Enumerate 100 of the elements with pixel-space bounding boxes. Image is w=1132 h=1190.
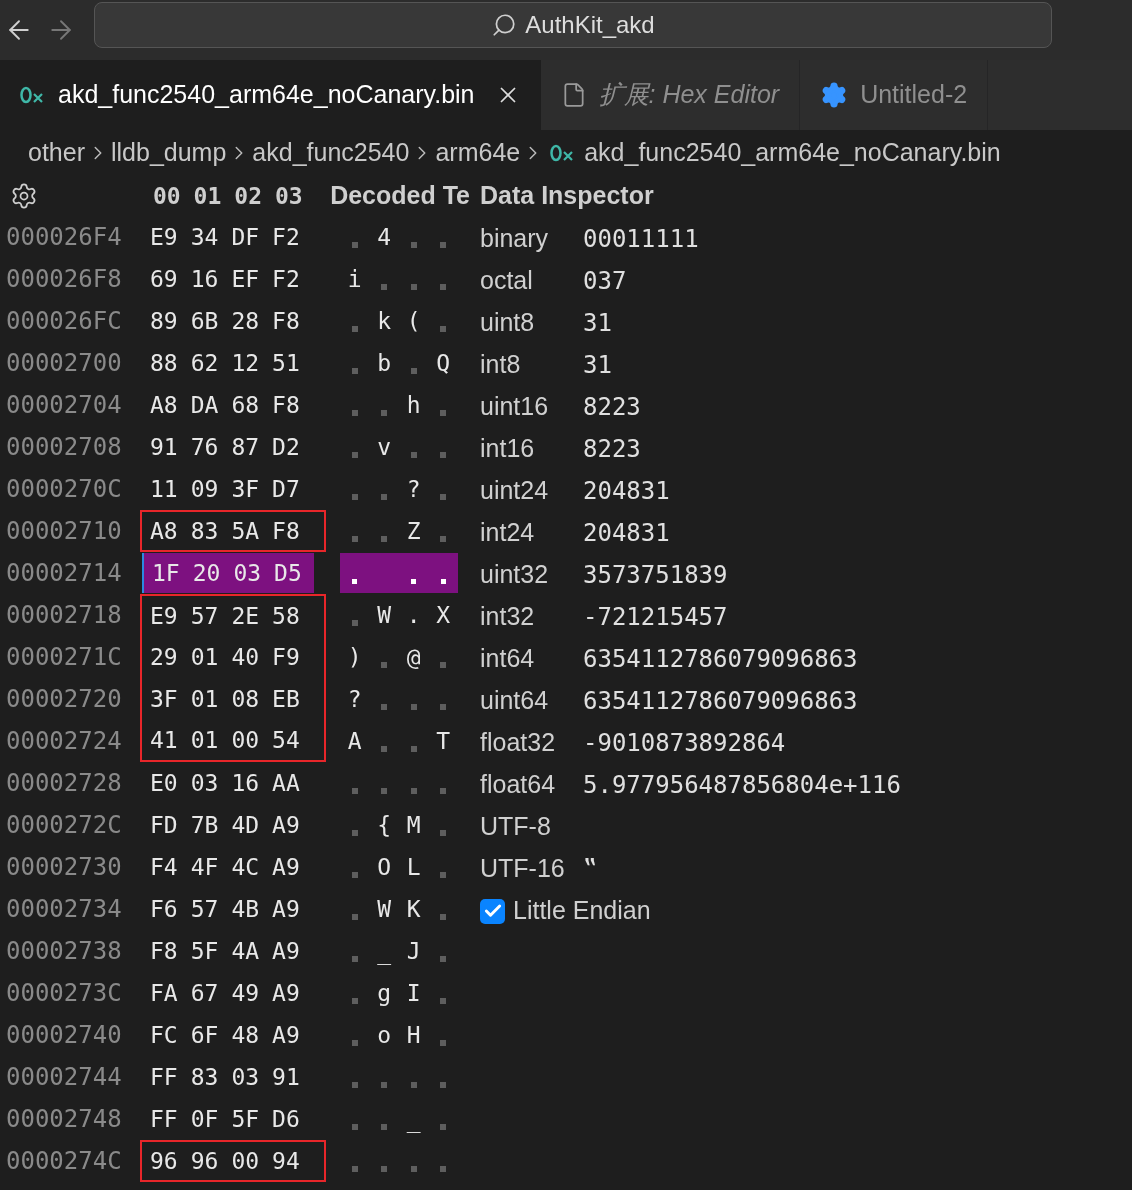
hex-byte[interactable]: F6 (150, 891, 178, 927)
hex-byte[interactable]: 34 (190, 219, 219, 255)
hex-byte[interactable]: FF (150, 1101, 178, 1137)
hex-byte[interactable]: 96 (190, 1143, 219, 1179)
breadcrumb-item[interactable]: lldb_dump (111, 134, 227, 172)
decoded-char[interactable]: ( (404, 303, 423, 339)
hex-byte[interactable]: DA (190, 387, 219, 423)
hex-byte[interactable]: 12 (231, 345, 260, 381)
hex-byte[interactable]: 09 (190, 471, 219, 507)
hex-byte[interactable]: 03 (233, 555, 262, 591)
hex-byte[interactable]: 67 (190, 975, 219, 1011)
hex-byte[interactable]: 94 (272, 1143, 300, 1179)
hex-byte[interactable]: 62 (190, 345, 219, 381)
hex-byte[interactable]: A9 (272, 807, 300, 843)
hex-byte[interactable]: D2 (272, 429, 300, 465)
hex-byte[interactable]: 91 (272, 1059, 300, 1095)
hex-byte[interactable]: FA (150, 975, 178, 1011)
decoded-char[interactable]: _ (404, 1101, 423, 1137)
hex-byte[interactable]: 01 (190, 681, 219, 717)
hex-byte[interactable]: 96 (150, 1143, 178, 1179)
hex-byte[interactable]: 4B (231, 891, 260, 927)
hex-byte[interactable]: 6F (190, 1017, 219, 1053)
hex-byte[interactable]: A9 (272, 891, 300, 927)
decoded-char[interactable]: i (345, 261, 364, 297)
hex-byte[interactable]: A8 (150, 387, 178, 423)
decoded-char[interactable]: ? (345, 681, 364, 717)
hex-byte[interactable]: FF (150, 1059, 178, 1095)
decoded-char[interactable]: Z (404, 513, 423, 549)
decoded-char[interactable]: K (404, 891, 423, 927)
editor-tab[interactable]: akd_func2540_arm64e_noCanary.bin (0, 60, 541, 130)
decoded-char[interactable]: k (375, 303, 394, 339)
decoded-char[interactable]: ? (404, 471, 423, 507)
breadcrumb-item[interactable]: akd_func2540 (252, 134, 410, 172)
hex-byte[interactable]: 69 (150, 261, 178, 297)
breadcrumb-item[interactable]: other (28, 134, 85, 172)
decoded-char[interactable]: J (404, 933, 423, 969)
decoded-char[interactable]: Q (434, 345, 453, 381)
hex-byte[interactable]: F8 (272, 303, 300, 339)
hex-byte[interactable]: E9 (150, 598, 178, 634)
hex-byte[interactable]: 01 (190, 722, 219, 758)
decoded-char[interactable]: o (375, 1017, 394, 1053)
hex-byte[interactable]: 0F (190, 1101, 219, 1137)
hex-byte[interactable]: 20 (192, 555, 221, 591)
hex-byte[interactable]: 58 (272, 598, 300, 634)
hex-byte[interactable]: E0 (150, 765, 178, 801)
hex-byte[interactable]: EF (231, 261, 260, 297)
hex-byte[interactable]: 54 (272, 722, 300, 758)
hex-byte[interactable]: 28 (231, 303, 260, 339)
hex-byte[interactable]: F2 (272, 219, 300, 255)
hex-byte[interactable]: FD (150, 807, 178, 843)
hex-byte[interactable]: 57 (190, 891, 219, 927)
hex-byte[interactable]: D5 (274, 555, 302, 591)
hex-byte[interactable]: A9 (272, 849, 300, 885)
decoded-char[interactable]: O (375, 849, 394, 885)
hex-byte[interactable]: 01 (190, 639, 219, 675)
decoded-char[interactable]: X (434, 597, 453, 633)
hex-byte[interactable]: 5F (190, 933, 219, 969)
hex-byte[interactable]: F8 (272, 387, 300, 423)
hex-byte[interactable]: 00 (231, 1143, 260, 1179)
hex-byte[interactable]: 41 (150, 722, 178, 758)
decoded-char[interactable]: W (375, 597, 394, 633)
hex-byte[interactable]: FC (150, 1017, 178, 1053)
hex-byte[interactable]: 68 (231, 387, 260, 423)
command-search-field[interactable]: AuthKit_akd (94, 2, 1052, 48)
hex-byte[interactable]: 11 (150, 471, 178, 507)
hex-byte[interactable]: F8 (272, 513, 300, 549)
hex-byte[interactable]: 03 (190, 765, 219, 801)
decoded-char[interactable]: W (375, 891, 394, 927)
hex-byte[interactable]: 03 (231, 1059, 260, 1095)
hex-byte[interactable]: 4D (231, 807, 260, 843)
hex-byte[interactable]: A8 (150, 513, 178, 549)
decoded-char[interactable]: I (404, 975, 423, 1011)
hex-byte[interactable]: 5A (231, 513, 260, 549)
little-endian-checkbox[interactable] (480, 898, 505, 924)
decoded-char[interactable]: b (375, 345, 394, 381)
hex-byte[interactable]: 83 (190, 513, 219, 549)
decoded-char[interactable]: . (404, 597, 423, 633)
hex-byte[interactable]: 4C (231, 849, 260, 885)
decoded-char[interactable]: A (345, 723, 364, 759)
hex-byte[interactable]: A9 (272, 1017, 300, 1053)
hex-byte[interactable]: 91 (150, 429, 178, 465)
hex-byte[interactable]: 16 (231, 765, 260, 801)
hex-byte[interactable]: F9 (272, 639, 300, 675)
decoded-char[interactable]: h (404, 387, 423, 423)
breadcrumb-item[interactable]: arm64e (435, 134, 521, 172)
hex-byte[interactable]: 83 (190, 1059, 219, 1095)
hex-byte[interactable]: E9 (150, 219, 178, 255)
decoded-char[interactable]: H (404, 1017, 423, 1053)
hex-byte[interactable]: 6B (190, 303, 219, 339)
hex-byte[interactable]: DF (231, 219, 260, 255)
decoded-char[interactable]: T (434, 723, 453, 759)
hex-byte[interactable]: A9 (272, 933, 300, 969)
hex-byte[interactable]: 48 (231, 1017, 260, 1053)
hex-byte[interactable]: 88 (150, 345, 178, 381)
hex-byte[interactable]: 5F (231, 1101, 260, 1137)
hex-byte[interactable]: 4F (190, 849, 219, 885)
decoded-char[interactable]: v (375, 429, 394, 465)
decoded-char[interactable]: g (375, 975, 394, 1011)
hex-byte[interactable]: AA (272, 765, 300, 801)
decoded-char[interactable]: 4 (375, 219, 394, 255)
